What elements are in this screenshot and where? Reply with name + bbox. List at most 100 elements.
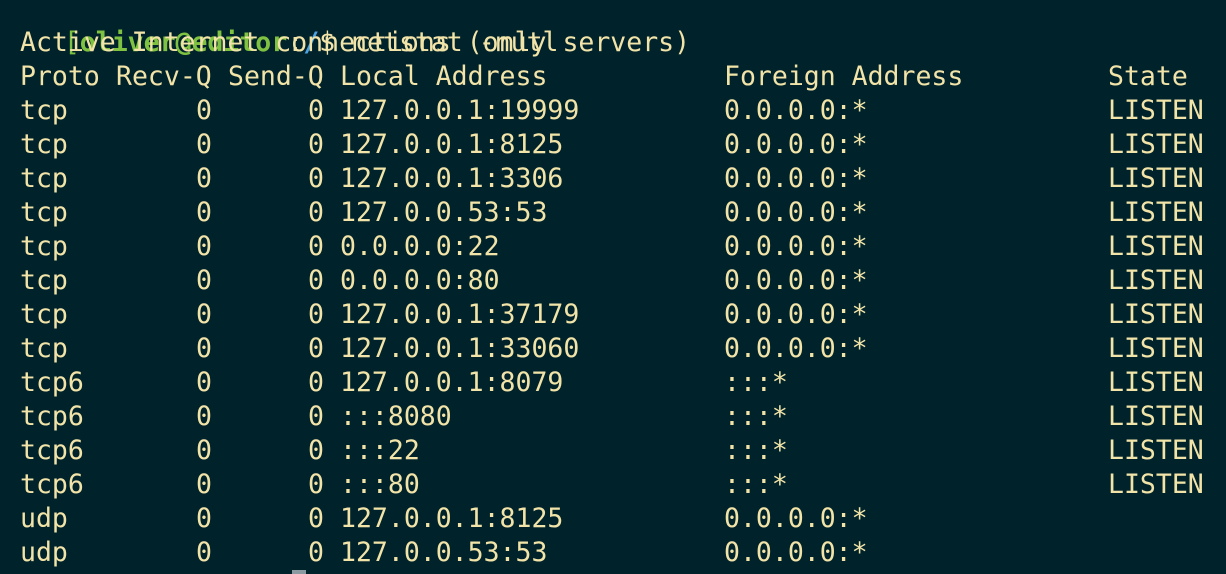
row-sendq: 0 xyxy=(308,197,324,228)
row-recvq: 0 xyxy=(196,503,212,534)
row-local-address: :::8080 xyxy=(340,401,452,432)
table-row: tcp 0 0 127.0.0.53:53 0.0.0.0:* LISTEN xyxy=(0,196,1226,230)
command-prompt-line: [oliver@editor:/$ netstat -nutl xyxy=(0,0,559,58)
row-proto: udp xyxy=(20,503,68,534)
row-state: LISTEN xyxy=(1108,469,1204,500)
table-row: tcp 0 0 0.0.0.0:22 0.0.0.0:* LISTEN xyxy=(0,230,1226,264)
row-sendq: 0 xyxy=(308,129,324,160)
row-recvq: 0 xyxy=(196,95,212,126)
row-sendq: 0 xyxy=(308,469,324,500)
row-proto: tcp6 xyxy=(20,401,84,432)
row-state: LISTEN xyxy=(1108,299,1204,330)
row-sendq: 0 xyxy=(308,503,324,534)
header-foreign-address: Foreign Address xyxy=(724,61,964,92)
scroll-indicator[interactable] xyxy=(292,570,306,574)
row-state: LISTEN xyxy=(1108,197,1204,228)
table-row: tcp6 0 0:::80:::* LISTEN xyxy=(0,468,1226,502)
row-foreign-address: :::* xyxy=(724,401,788,432)
row-local-address: 127.0.0.1:8079 xyxy=(340,367,564,398)
row-foreign-address: 0.0.0.0:* xyxy=(724,265,868,296)
row-recvq: 0 xyxy=(196,299,212,330)
row-sendq: 0 xyxy=(308,231,324,262)
row-local-address: 127.0.0.1:19999 xyxy=(340,95,580,126)
table-header: Proto Recv-Q Send-Q Local Address Foreig… xyxy=(0,60,1226,94)
row-state: LISTEN xyxy=(1108,265,1204,296)
header-state: State xyxy=(1108,61,1188,92)
table-row: udp 0 0 127.0.0.53:53 0.0.0.0:* xyxy=(0,536,1226,570)
row-local-address: 127.0.0.53:53 xyxy=(340,197,548,228)
row-proto: tcp xyxy=(20,163,68,194)
row-foreign-address: :::* xyxy=(724,469,788,500)
table-row: tcp 0 0 0.0.0.0:80 0.0.0.0:* LISTEN xyxy=(0,264,1226,298)
row-state: LISTEN xyxy=(1108,435,1204,466)
row-proto: tcp xyxy=(20,333,68,364)
row-sendq: 0 xyxy=(308,299,324,330)
row-sendq: 0 xyxy=(308,265,324,296)
row-local-address: 127.0.0.1:3306 xyxy=(340,163,564,194)
header-local-address: Local Address xyxy=(340,61,548,92)
row-sendq: 0 xyxy=(308,95,324,126)
row-recvq: 0 xyxy=(196,129,212,160)
row-recvq: 0 xyxy=(196,469,212,500)
table-row: tcp 0 0 127.0.0.1:33060 0.0.0.0:* LISTEN xyxy=(0,332,1226,366)
row-foreign-address: 0.0.0.0:* xyxy=(724,333,868,364)
table-row: tcp 0 0 127.0.0.1:8125 0.0.0.0:* LISTEN xyxy=(0,128,1226,162)
row-proto: tcp xyxy=(20,197,68,228)
row-proto: tcp xyxy=(20,231,68,262)
row-proto: tcp6 xyxy=(20,469,84,500)
row-recvq: 0 xyxy=(196,367,212,398)
row-proto: tcp xyxy=(20,265,68,296)
row-proto: tcp6 xyxy=(20,367,84,398)
header-proto: Proto xyxy=(20,61,100,92)
row-sendq: 0 xyxy=(308,537,324,568)
row-sendq: 0 xyxy=(308,163,324,194)
row-foreign-address: 0.0.0.0:* xyxy=(724,537,868,568)
table-row: tcp 0 0 127.0.0.1:3306 0.0.0.0:* LISTEN xyxy=(0,162,1226,196)
row-foreign-address: :::* xyxy=(724,435,788,466)
row-foreign-address: 0.0.0.0:* xyxy=(724,95,868,126)
table-row: tcp 0 0 127.0.0.1:37179 0.0.0.0:* LISTEN xyxy=(0,298,1226,332)
row-local-address: 127.0.0.1:33060 xyxy=(340,333,580,364)
row-local-address: :::22 xyxy=(340,435,420,466)
row-state: LISTEN xyxy=(1108,163,1204,194)
row-local-address: 127.0.0.1:8125 xyxy=(340,129,564,160)
row-state: LISTEN xyxy=(1108,129,1204,160)
row-sendq: 0 xyxy=(308,333,324,364)
row-state: LISTEN xyxy=(1108,95,1204,126)
row-recvq: 0 xyxy=(196,435,212,466)
row-proto: tcp xyxy=(20,299,68,330)
header-recvq: Recv-Q xyxy=(116,61,212,92)
row-foreign-address: 0.0.0.0:* xyxy=(724,299,868,330)
row-sendq: 0 xyxy=(308,401,324,432)
table-row: tcp 0 0 127.0.0.1:19999 0.0.0.0:* LISTEN xyxy=(0,94,1226,128)
row-sendq: 0 xyxy=(308,435,324,466)
row-recvq: 0 xyxy=(196,537,212,568)
row-state: LISTEN xyxy=(1108,401,1204,432)
terminal-window[interactable]: [oliver@editor:/$ netstat -nutl Active I… xyxy=(0,0,1226,574)
row-recvq: 0 xyxy=(196,401,212,432)
row-foreign-address: 0.0.0.0:* xyxy=(724,231,868,262)
row-local-address: :::80 xyxy=(340,469,420,500)
row-foreign-address: 0.0.0.0:* xyxy=(724,503,868,534)
row-foreign-address: 0.0.0.0:* xyxy=(724,163,868,194)
table-row: tcp6 0 0 127.0.0.1:8079:::* LISTEN xyxy=(0,366,1226,400)
row-proto: udp xyxy=(20,537,68,568)
row-state: LISTEN xyxy=(1108,231,1204,262)
row-foreign-address: 0.0.0.0:* xyxy=(724,129,868,160)
row-proto: tcp xyxy=(20,95,68,126)
row-recvq: 0 xyxy=(196,163,212,194)
row-recvq: 0 xyxy=(196,333,212,364)
row-sendq: 0 xyxy=(308,367,324,398)
row-local-address: 127.0.0.1:37179 xyxy=(340,299,580,330)
row-local-address: 0.0.0.0:22 xyxy=(340,231,500,262)
table-row: tcp6 0 0:::22:::* LISTEN xyxy=(0,434,1226,468)
row-state: LISTEN xyxy=(1108,333,1204,364)
row-local-address: 127.0.0.1:8125 xyxy=(340,503,564,534)
row-recvq: 0 xyxy=(196,265,212,296)
row-recvq: 0 xyxy=(196,231,212,262)
header-sendq: Send-Q xyxy=(228,61,324,92)
row-state: LISTEN xyxy=(1108,367,1204,398)
row-proto: tcp xyxy=(20,129,68,160)
table-row: udp 0 0 127.0.0.1:8125 0.0.0.0:* xyxy=(0,502,1226,536)
row-local-address: 127.0.0.53:53 xyxy=(340,537,548,568)
